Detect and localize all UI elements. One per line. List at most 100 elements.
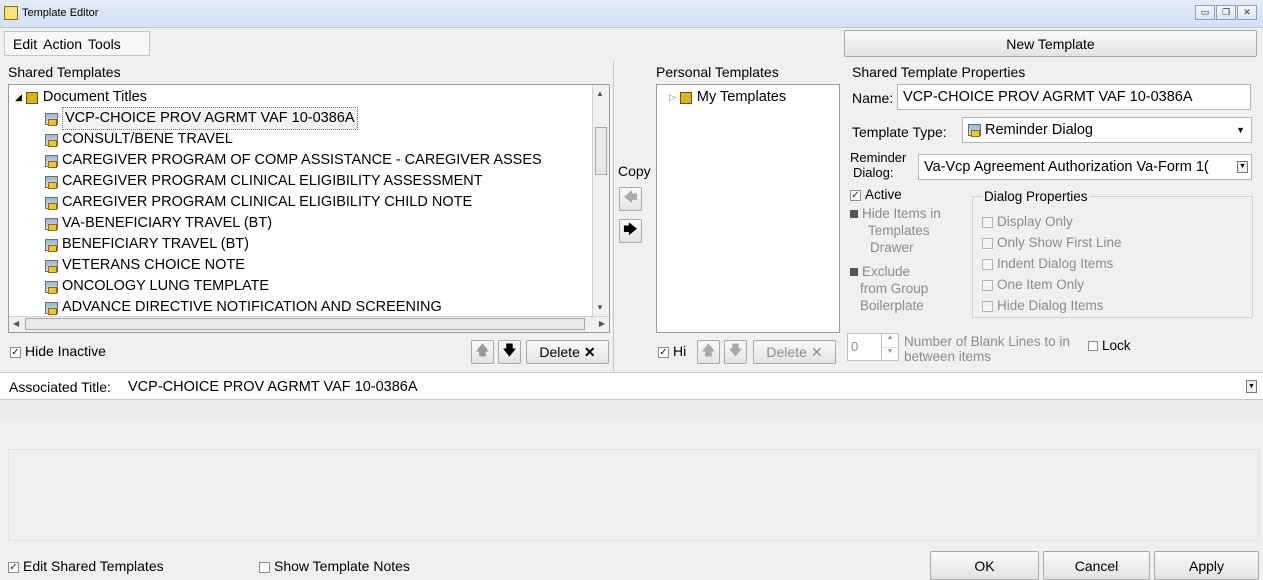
hide-dialog-items-checkbox[interactable]: Hide Dialog Items (982, 295, 1122, 316)
title-bar: Template Editor ▭ ❐ ✕ (0, 0, 1263, 28)
checkbox-unchecked-icon (259, 561, 270, 573)
apply-button[interactable]: Apply (1154, 551, 1259, 580)
display-only-checkbox[interactable]: Display Only (982, 211, 1122, 232)
active-checkbox[interactable]: ✓ Active (850, 187, 902, 202)
tree-item[interactable]: CONSULT/BENE TRAVEL (45, 129, 233, 150)
spin-down-icon[interactable]: ▼ (882, 348, 898, 361)
template-icon (45, 301, 58, 315)
scroll-right-icon[interactable]: ▶ (599, 319, 605, 328)
hide-items-checkbox[interactable]: Hide Items in Templates Drawer (850, 205, 941, 256)
splitter[interactable] (613, 60, 614, 372)
expand-arrow-icon[interactable]: ◢ (15, 87, 22, 108)
template-type-select[interactable]: Reminder Dialog ▼ (962, 117, 1252, 143)
dialog-properties-group: Dialog Properties Display Only Only Show… (972, 189, 1253, 318)
blank-lines-label-1: Number of Blank Lines to in (904, 334, 1070, 349)
tree-item[interactable]: VCP-CHOICE PROV AGRMT VAF 10-0386A (45, 107, 358, 130)
exclude-checkbox[interactable]: Exclude from Group Boilerplate (850, 263, 928, 314)
edit-shared-checkbox[interactable]: ✓ Edit Shared Templates (8, 558, 164, 574)
scroll-down-icon[interactable]: ▼ (596, 303, 604, 312)
move-up-button[interactable]: 🡅 (471, 340, 494, 364)
tree-root-label: Document Titles (42, 89, 147, 105)
checkbox-unchecked-icon (982, 216, 993, 228)
blank-lines-label: Number of Blank Lines to in between item… (904, 334, 1070, 364)
associated-title-label: Associated Title: (9, 379, 111, 395)
blank-lines-label-2: between items (904, 349, 992, 364)
new-template-button[interactable]: New Template (844, 30, 1257, 57)
copy-right-button[interactable]: 🡆 (619, 219, 642, 243)
checkbox-unchecked-icon (982, 279, 993, 291)
arrow-up-icon: 🡅 (475, 342, 490, 358)
tree-root-label: My Templates (696, 89, 787, 105)
tree-item[interactable]: VETERANS CHOICE NOTE (45, 255, 245, 276)
tree-item[interactable]: BENEFICIARY TRAVEL (BT) (45, 234, 249, 255)
checkbox-checked-icon: ✓ (8, 561, 19, 573)
shared-templates-heading: Shared Templates (8, 64, 121, 80)
personal-hide-checkbox[interactable]: ✓ Hi (658, 343, 686, 359)
indent-dialog-items-checkbox[interactable]: Indent Dialog Items (982, 253, 1122, 274)
cancel-button[interactable]: Cancel (1043, 551, 1150, 580)
reminder-dialog-select[interactable]: Va-Vcp Agreement Authorization Va-Form 1… (918, 154, 1252, 180)
window-title: Template Editor (22, 7, 99, 19)
delete-label: Delete (766, 344, 807, 360)
move-down-button[interactable]: 🡇 (498, 340, 521, 364)
spin-up-icon[interactable]: ▲ (882, 334, 898, 348)
tree-item-label: VCP-CHOICE PROV AGRMT VAF 10-0386A (62, 107, 358, 130)
name-field[interactable]: VCP-CHOICE PROV AGRMT VAF 10-0386A (897, 84, 1251, 110)
blank-lines-spinner[interactable]: 0 ▲ ▼ (847, 333, 899, 361)
tree-item[interactable]: VA-BENEFICIARY TRAVEL (BT) (45, 213, 272, 234)
ok-button[interactable]: OK (930, 551, 1039, 580)
blank-lines-value: 0 (851, 339, 859, 354)
menu-edit[interactable]: Edit (13, 36, 37, 52)
restore-button[interactable]: ❐ (1216, 5, 1236, 20)
hide-inactive-label: Hide Inactive (25, 343, 106, 359)
close-button[interactable]: ✕ (1237, 5, 1257, 20)
dropdown-arrow-icon[interactable]: ▼ (1237, 161, 1248, 173)
menu-tools[interactable]: Tools (88, 36, 121, 52)
hide-inactive-checkbox[interactable]: ✓ Hide Inactive (10, 343, 106, 359)
active-label: Active (865, 187, 902, 202)
option-label: Indent Dialog Items (997, 256, 1114, 271)
template-icon (45, 280, 58, 294)
personal-templates-heading: Personal Templates (656, 64, 779, 80)
template-notes-area[interactable] (8, 449, 1259, 541)
show-notes-checkbox[interactable]: Show Template Notes (259, 558, 410, 574)
associated-title-value[interactable]: VCP-CHOICE PROV AGRMT VAF 10-0386A (128, 379, 418, 395)
personal-up-button[interactable]: 🡅 (697, 340, 720, 364)
tree-item[interactable]: CAREGIVER PROGRAM CLINICAL ELIGIBILITY A… (45, 171, 483, 192)
copy-left-button[interactable]: 🡄 (619, 187, 642, 211)
personal-down-button[interactable]: 🡇 (724, 340, 747, 364)
tree-root[interactable]: ◢ Document Titles (15, 87, 147, 108)
tree-item[interactable]: ONCOLOGY LUNG TEMPLATE (45, 276, 269, 297)
minimize-button[interactable]: ▭ (1195, 5, 1215, 20)
tree-item[interactable]: CAREGIVER PROGRAM OF COMP ASSISTANCE - C… (45, 150, 542, 171)
reminder-label-line2: Dialog: (853, 165, 894, 180)
template-icon (45, 175, 58, 189)
tree-item[interactable]: CAREGIVER PROGRAM CLINICAL ELIGIBILITY C… (45, 192, 472, 213)
lock-label: Lock (1102, 338, 1131, 353)
vertical-scrollbar[interactable]: ▲ ▼ (592, 85, 609, 316)
dropdown-arrow-icon[interactable]: ▼ (1246, 380, 1257, 393)
scroll-left-icon[interactable]: ◀ (13, 319, 19, 328)
arrow-left-icon: 🡄 (623, 189, 638, 205)
vscroll-thumb[interactable] (595, 127, 607, 175)
delete-shared-button[interactable]: Delete ✕ (526, 340, 609, 364)
shared-templates-tree[interactable]: ◢ Document Titles VCP-CHOICE PROV AGRMT … (8, 84, 610, 333)
tree-root[interactable]: ▷ My Templates (669, 87, 786, 108)
reminder-dialog-icon (968, 124, 981, 137)
template-icon (45, 217, 58, 231)
collapse-arrow-icon[interactable]: ▷ (669, 87, 676, 108)
tree-item[interactable]: ADVANCE DIRECTIVE NOTIFICATION AND SCREE… (45, 297, 442, 318)
tree-item-label: ONCOLOGY LUNG TEMPLATE (62, 278, 270, 294)
exclude-label-3: Boilerplate (860, 298, 924, 313)
horizontal-scrollbar[interactable]: ◀ ▶ (9, 316, 609, 332)
only-show-first-line-checkbox[interactable]: Only Show First Line (982, 232, 1122, 253)
scroll-up-icon[interactable]: ▲ (596, 89, 604, 98)
notes-header-strip (0, 401, 1263, 419)
checkbox-unchecked-icon (982, 258, 993, 270)
personal-delete-button[interactable]: Delete ✕ (753, 340, 836, 364)
personal-templates-tree[interactable]: ▷ My Templates (656, 84, 840, 333)
hscroll-thumb[interactable] (25, 318, 585, 330)
one-item-only-checkbox[interactable]: One Item Only (982, 274, 1122, 295)
menu-action[interactable]: Action (43, 36, 82, 52)
lock-checkbox[interactable]: Lock (1086, 338, 1131, 353)
